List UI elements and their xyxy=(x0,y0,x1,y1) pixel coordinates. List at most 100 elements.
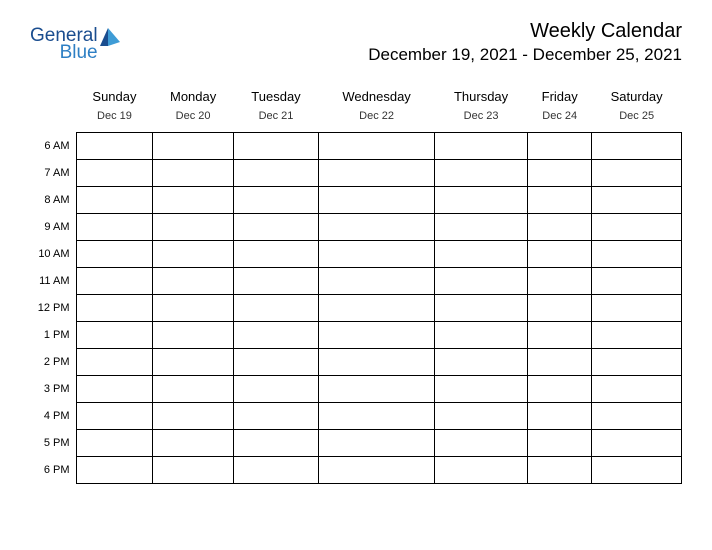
time-slot[interactable] xyxy=(319,403,435,430)
time-slot[interactable] xyxy=(319,349,435,376)
time-slot[interactable] xyxy=(233,349,318,376)
time-slot[interactable] xyxy=(76,241,153,268)
time-slot[interactable] xyxy=(153,187,233,214)
time-slot[interactable] xyxy=(528,322,592,349)
time-slot[interactable] xyxy=(435,457,528,484)
time-slot[interactable] xyxy=(319,430,435,457)
time-slot[interactable] xyxy=(76,403,153,430)
time-slot[interactable] xyxy=(319,376,435,403)
time-slot[interactable] xyxy=(319,268,435,295)
time-slot[interactable] xyxy=(592,187,682,214)
time-slot[interactable] xyxy=(153,160,233,187)
time-slot[interactable] xyxy=(592,322,682,349)
time-slot[interactable] xyxy=(76,430,153,457)
time-slot[interactable] xyxy=(153,133,233,160)
time-slot[interactable] xyxy=(435,430,528,457)
time-slot[interactable] xyxy=(319,295,435,322)
time-slot[interactable] xyxy=(153,457,233,484)
time-slot[interactable] xyxy=(528,160,592,187)
time-slot[interactable] xyxy=(233,214,318,241)
time-slot[interactable] xyxy=(528,187,592,214)
time-slot[interactable] xyxy=(153,349,233,376)
time-slot[interactable] xyxy=(435,133,528,160)
time-slot[interactable] xyxy=(528,457,592,484)
time-slot[interactable] xyxy=(76,295,153,322)
time-slot[interactable] xyxy=(592,376,682,403)
time-slot[interactable] xyxy=(233,322,318,349)
day-date: Dec 19 xyxy=(76,106,153,133)
time-slot[interactable] xyxy=(76,214,153,241)
time-slot[interactable] xyxy=(153,241,233,268)
time-slot[interactable] xyxy=(528,133,592,160)
time-slot[interactable] xyxy=(76,133,153,160)
time-slot[interactable] xyxy=(233,376,318,403)
time-slot[interactable] xyxy=(528,349,592,376)
time-slot[interactable] xyxy=(319,241,435,268)
time-slot[interactable] xyxy=(435,349,528,376)
day-header: Friday xyxy=(528,83,592,106)
day-header: Sunday xyxy=(76,83,153,106)
time-slot[interactable] xyxy=(233,241,318,268)
time-slot[interactable] xyxy=(233,133,318,160)
calendar-body: 6 AM7 AM8 AM9 AM10 AM11 AM12 PM1 PM2 PM3… xyxy=(30,133,682,484)
time-slot[interactable] xyxy=(233,268,318,295)
time-slot[interactable] xyxy=(153,430,233,457)
time-slot[interactable] xyxy=(233,457,318,484)
time-slot[interactable] xyxy=(233,430,318,457)
time-slot[interactable] xyxy=(435,241,528,268)
time-slot[interactable] xyxy=(528,295,592,322)
time-slot[interactable] xyxy=(319,457,435,484)
time-slot[interactable] xyxy=(76,349,153,376)
time-slot[interactable] xyxy=(592,214,682,241)
time-slot[interactable] xyxy=(153,295,233,322)
time-slot[interactable] xyxy=(319,133,435,160)
time-slot[interactable] xyxy=(435,376,528,403)
time-slot[interactable] xyxy=(528,268,592,295)
time-slot[interactable] xyxy=(153,214,233,241)
time-slot[interactable] xyxy=(153,322,233,349)
time-slot[interactable] xyxy=(435,295,528,322)
time-slot[interactable] xyxy=(592,349,682,376)
time-slot[interactable] xyxy=(592,268,682,295)
time-slot[interactable] xyxy=(435,268,528,295)
day-date: Dec 24 xyxy=(528,106,592,133)
time-slot[interactable] xyxy=(153,403,233,430)
time-slot[interactable] xyxy=(528,241,592,268)
time-slot[interactable] xyxy=(592,430,682,457)
time-slot[interactable] xyxy=(153,268,233,295)
time-slot[interactable] xyxy=(592,241,682,268)
time-slot[interactable] xyxy=(435,160,528,187)
time-slot[interactable] xyxy=(435,214,528,241)
time-slot[interactable] xyxy=(528,403,592,430)
time-slot[interactable] xyxy=(233,187,318,214)
time-slot[interactable] xyxy=(528,214,592,241)
time-slot[interactable] xyxy=(435,403,528,430)
time-slot[interactable] xyxy=(76,322,153,349)
time-slot[interactable] xyxy=(76,160,153,187)
time-slot[interactable] xyxy=(233,295,318,322)
day-date-row: Dec 19 Dec 20 Dec 21 Dec 22 Dec 23 Dec 2… xyxy=(30,106,682,133)
time-slot[interactable] xyxy=(319,214,435,241)
day-header: Thursday xyxy=(435,83,528,106)
time-slot[interactable] xyxy=(76,457,153,484)
time-slot[interactable] xyxy=(76,187,153,214)
time-slot[interactable] xyxy=(153,376,233,403)
time-slot[interactable] xyxy=(592,295,682,322)
time-label: 12 PM xyxy=(30,295,76,322)
hour-row: 7 AM xyxy=(30,160,682,187)
time-slot[interactable] xyxy=(528,430,592,457)
time-slot[interactable] xyxy=(435,322,528,349)
time-slot[interactable] xyxy=(76,268,153,295)
time-slot[interactable] xyxy=(319,160,435,187)
time-slot[interactable] xyxy=(592,133,682,160)
time-slot[interactable] xyxy=(319,187,435,214)
time-slot[interactable] xyxy=(592,457,682,484)
time-slot[interactable] xyxy=(233,403,318,430)
time-slot[interactable] xyxy=(76,376,153,403)
time-slot[interactable] xyxy=(319,322,435,349)
time-slot[interactable] xyxy=(592,403,682,430)
time-slot[interactable] xyxy=(592,160,682,187)
time-slot[interactable] xyxy=(435,187,528,214)
time-slot[interactable] xyxy=(528,376,592,403)
time-slot[interactable] xyxy=(233,160,318,187)
